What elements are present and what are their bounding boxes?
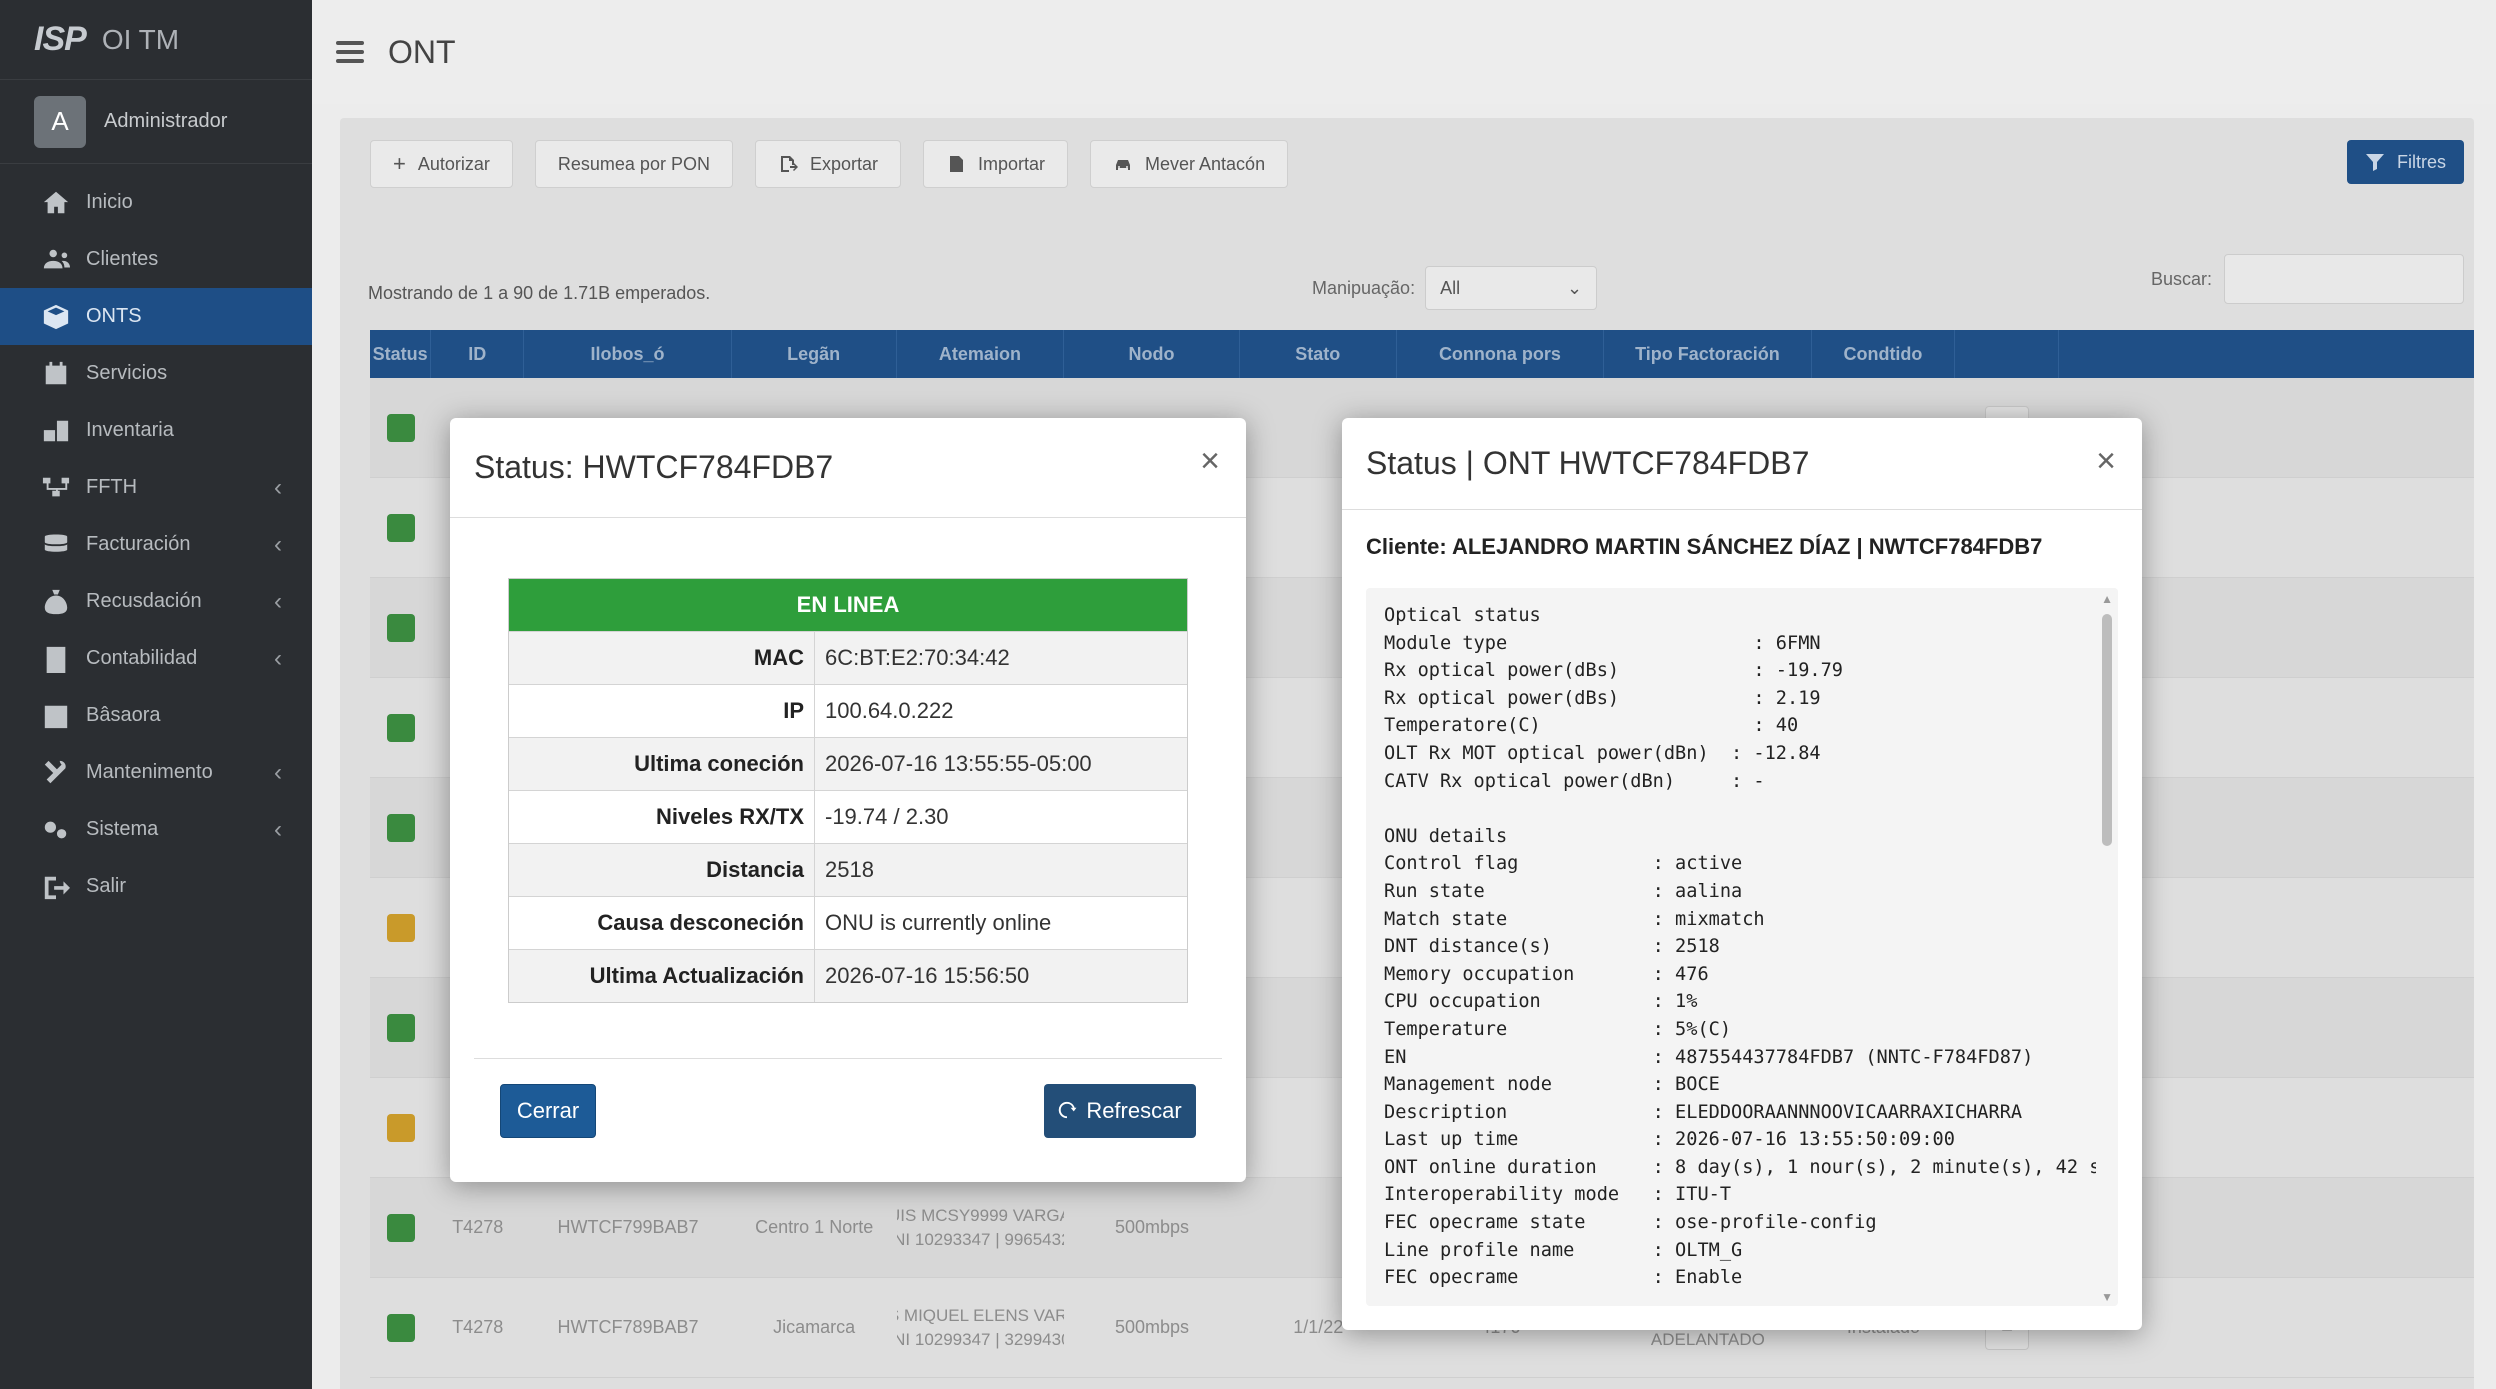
sidebar-item-inventaria[interactable]: Inventaria <box>0 402 312 459</box>
gears-icon <box>44 821 67 838</box>
database-icon <box>44 534 68 552</box>
ont-output-text: Optical status Module type : 6FMN Rx opt… <box>1384 605 2118 1289</box>
sidebar-item-facturacion[interactable]: Facturación ‹ <box>0 516 312 573</box>
archive-icon <box>44 705 68 728</box>
ont-modal-header: Status | ONT HWTCF784FDB7 × <box>1342 418 2142 510</box>
ont-output-panel[interactable]: Optical status Module type : 6FMN Rx opt… <box>1366 588 2118 1306</box>
sidebar-item-label: Bâsaora <box>86 704 161 726</box>
status-modal: Status: HWTCF784FDB7 × EN LINEA MAC 6C:BT… <box>450 418 1246 1182</box>
status-value: ONU is currently online <box>825 910 1052 935</box>
close-icon[interactable]: × <box>1200 444 1220 478</box>
sidebar-item-label: Inventaria <box>86 419 174 441</box>
money-bag-icon <box>44 589 68 614</box>
sidebar-item-label: Clientes <box>86 248 159 270</box>
sidebar-menu: Inicio Clientes ONTS Servicios Inventaria FFT… <box>0 164 312 915</box>
status-key: Causa desconeción <box>509 897 815 949</box>
status-key: MAC <box>509 632 815 684</box>
chevron-left-icon: ‹ <box>274 473 282 501</box>
user-panel[interactable]: A Administrador <box>0 80 312 164</box>
scrollbar[interactable]: ▲ ▼ <box>2096 588 2118 1306</box>
status-value: 6C:BT:E2:70:34:42 <box>825 645 1010 670</box>
chevron-left-icon: ‹ <box>274 758 282 786</box>
sidebar-item-label: Facturación <box>86 533 191 555</box>
status-key: IP <box>509 685 815 737</box>
user-name: Administrador <box>104 110 228 132</box>
status-key: Ultima coneción <box>509 738 815 790</box>
cube-icon <box>43 304 69 329</box>
sidebar-item-inicio[interactable]: Inicio <box>0 174 312 231</box>
status-modal-title: Status: HWTCF784FDB7 <box>474 449 834 485</box>
scroll-down-icon[interactable]: ▼ <box>2101 1290 2113 1304</box>
network-icon <box>42 477 70 496</box>
status-value: 100.64.0.222 <box>825 698 954 723</box>
sidebar-item-contabilidad[interactable]: Contabilidad ‹ <box>0 630 312 687</box>
sidebar-item-label: Salir <box>86 875 127 897</box>
sidebar-item-label: FFTH <box>86 476 138 498</box>
status-value: -19.74 / 2.30 <box>825 804 949 829</box>
tools-icon <box>44 760 66 783</box>
sidebar-item-label: Recusdación <box>86 590 202 612</box>
sidebar-item-sistema[interactable]: Sistema ‹ <box>0 801 312 858</box>
status-value: 2518 <box>825 857 874 882</box>
status-rows: MAC 6C:BT:E2:70:34:42 IP 100.64.0.222 Ultima… <box>509 631 1187 1002</box>
sidebar-item-label: Inicio <box>86 191 133 213</box>
ont-details-modal: Status | ONT HWTCF784FDB7 × Cliente: ALE… <box>1342 418 2142 1330</box>
status-value: 2026-07-16 15:56:50 <box>825 963 1030 988</box>
status-row: Distancia 2518 <box>509 843 1187 896</box>
home-icon <box>43 191 69 213</box>
avatar: A <box>34 95 86 148</box>
calendar-icon <box>45 361 67 384</box>
status-row: IP 100.64.0.222 <box>509 684 1187 737</box>
chevron-left-icon: ‹ <box>274 644 282 672</box>
ont-modal-title: Status | ONT HWTCF784FDB7 <box>1366 445 1810 481</box>
brand-logo: ISP <box>34 20 87 58</box>
sidebar-item-basaora[interactable]: Bâsaora <box>0 687 312 744</box>
modal-divider <box>474 1058 1222 1059</box>
chevron-left-icon: ‹ <box>274 587 282 615</box>
sign-out-icon <box>44 876 70 899</box>
sidebar-item-mantenimento[interactable]: Mantenimento ‹ <box>0 744 312 801</box>
status-row: MAC 6C:BT:E2:70:34:42 <box>509 631 1187 684</box>
status-row: Causa desconeción ONU is currently online <box>509 896 1187 949</box>
sidebar-item-label: Mantenimento <box>86 761 213 783</box>
sidebar: ISP OI TM A Administrador Inicio Clientes… <box>0 0 312 1389</box>
brand-name: OI TM <box>101 23 180 55</box>
users-icon <box>43 249 70 268</box>
sidebar-item-salir[interactable]: Salir <box>0 858 312 915</box>
sidebar-item-label: ONTS <box>86 305 142 327</box>
refresh-label: Refrescar <box>1086 1098 1182 1123</box>
refresh-icon <box>1059 1101 1077 1119</box>
sidebar-item-onts[interactable]: ONTS <box>0 288 312 345</box>
scrollbar-thumb[interactable] <box>2102 614 2112 846</box>
status-key: Ultima Actualización <box>509 950 815 1002</box>
refresh-button[interactable]: Refrescar <box>1044 1084 1196 1138</box>
status-row: Ultima Actualización 2026-07-16 15:56:50 <box>509 949 1187 1002</box>
status-row: Ultima coneción 2026-07-16 13:55:55-05:00 <box>509 737 1187 790</box>
chevron-left-icon: ‹ <box>274 530 282 558</box>
status-modal-header: Status: HWTCF784FDB7 × <box>450 418 1246 518</box>
sidebar-item-label: Servicios <box>86 362 168 384</box>
client-info: Cliente: ALEJANDRO MARTIN SÁNCHEZ DÍAZ |… <box>1366 534 2043 559</box>
status-value: 2026-07-16 13:55:55-05:00 <box>825 751 1092 776</box>
online-status-banner: EN LINEA <box>509 579 1187 631</box>
ledger-icon <box>46 646 66 673</box>
close-icon[interactable]: × <box>2096 444 2116 478</box>
sidebar-item-servicios[interactable]: Servicios <box>0 345 312 402</box>
status-row: Niveles RX/TX -19.74 / 2.30 <box>509 790 1187 843</box>
sidebar-item-ffth[interactable]: FFTH ‹ <box>0 459 312 516</box>
status-table: EN LINEA MAC 6C:BT:E2:70:34:42 IP 100.64.0.… <box>508 578 1188 1003</box>
sidebar-item-label: Sistema <box>86 818 159 840</box>
close-button[interactable]: Cerrar <box>500 1084 596 1138</box>
sidebar-item-recusdacion[interactable]: Recusdación ‹ <box>0 573 312 630</box>
sidebar-item-clientes[interactable]: Clientes <box>0 231 312 288</box>
chevron-left-icon: ‹ <box>274 815 282 843</box>
brand[interactable]: ISP OI TM <box>0 0 312 80</box>
status-key: Distancia <box>509 844 815 896</box>
status-key: Niveles RX/TX <box>509 791 815 843</box>
boxes-icon <box>43 420 69 441</box>
sidebar-item-label: Contabilidad <box>86 647 198 669</box>
scroll-up-icon[interactable]: ▲ <box>2101 592 2113 606</box>
